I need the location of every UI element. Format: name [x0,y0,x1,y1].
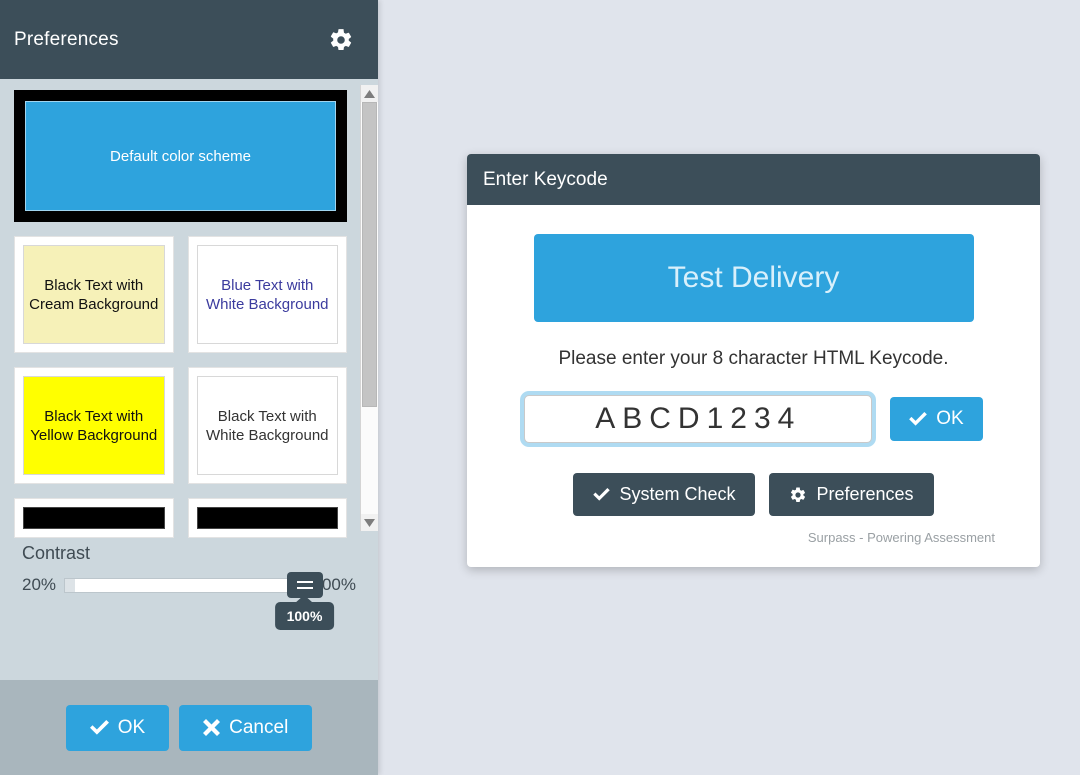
system-check-label: System Check [619,484,736,504]
scheme-tile-preview: Blue Text with White Background [196,245,338,344]
scheme-tile-default[interactable]: Default color scheme [14,90,347,222]
color-scheme-scroll-area: Default color scheme Black Text with Cre… [0,79,360,539]
preferences-button-label: Preferences [816,484,914,504]
scheme-row [14,498,347,538]
scheme-tile-label: Black Text with Yellow Background [30,407,158,444]
scheme-tile-preview: Black Text with Yellow Background [23,376,165,475]
preferences-cancel-label: Cancel [229,716,289,738]
scheme-tile-preview [196,507,338,529]
preferences-body: Default color scheme Black Text with Cre… [0,79,378,680]
contrast-min-label: 20% [22,575,57,594]
scheme-tile-preview: Black Text with White Background [196,376,338,475]
keycode-dialog-title: Enter Keycode [483,168,608,190]
keycode-dialog-footer: Surpass - Powering Assessment [807,530,995,545]
preferences-button[interactable]: Preferences [769,473,934,516]
scheme-tile-preview [23,507,165,529]
check-icon [909,412,928,426]
scheme-row: Black Text with Yellow Background Black … [14,367,347,484]
scheme-tile-black-on-white[interactable]: Black Text with White Background [187,367,347,484]
gear-icon[interactable] [328,27,354,53]
preferences-footer: OK Cancel [0,680,378,775]
contrast-value-tooltip: 100% [274,602,335,630]
keycode-dialog-header: Enter Keycode [467,154,1040,205]
keycode-instruction: Please enter your 8 character HTML Keyco… [558,348,949,369]
scrollbar-thumb[interactable] [362,102,377,407]
preferences-cancel-button[interactable]: Cancel [179,704,313,751]
preferences-ok-label: OK [117,716,146,738]
scheme-tile-preview: Black Text with Cream Background [23,245,165,344]
enter-keycode-dialog: Enter Keycode Test Delivery Please enter… [467,154,1040,567]
color-scheme-region: Default color scheme Black Text with Cre… [0,79,378,539]
scheme-scrollbar[interactable] [360,85,378,531]
contrast-control: Contrast 20% 100% 100% [0,539,378,630]
keycode-input[interactable] [524,395,873,443]
contrast-slider-row: 20% 100% 100% [22,572,356,630]
scheme-tile-dark-b[interactable] [187,498,347,538]
keycode-dialog-body: Test Delivery Please enter your 8 charac… [467,205,1040,567]
scheme-tile-label: Default color scheme [110,147,251,165]
scheme-tile-cream[interactable]: Black Text with Cream Background [14,236,174,353]
scheme-tile-label: Black Text with Cream Background [29,276,159,313]
close-icon [203,719,221,736]
test-delivery-banner-label: Test Delivery [667,261,840,294]
contrast-label: Contrast [22,543,91,563]
system-check-button[interactable]: System Check [573,473,756,516]
scheme-row: Black Text with Cream Background Blue Te… [14,236,347,353]
scheme-tile-label: Black Text with White Background [205,407,329,444]
scheme-tile-label: Blue Text with White Background [205,276,329,313]
chevron-down-icon[interactable] [361,514,378,531]
scheme-tile-blue-on-white[interactable]: Blue Text with White Background [187,236,347,353]
chevron-up-icon[interactable] [361,85,378,102]
scheme-tile-yellow[interactable]: Black Text with Yellow Background [14,367,174,484]
contrast-slider-fill [65,578,76,592]
test-delivery-banner: Test Delivery [533,234,974,322]
gear-icon [791,486,806,502]
scheme-tile-dark-a[interactable] [14,498,174,538]
preferences-ok-button[interactable]: OK [65,704,170,751]
keycode-ok-label: OK [936,408,964,429]
handle-grip-line [296,587,313,589]
scheme-tile-preview: Default color scheme [25,101,336,211]
preferences-header: Preferences [0,0,378,79]
keycode-input-row: OK [524,395,983,443]
handle-grip-line [296,581,313,583]
keycode-dialog-actions: System Check Preferences [573,473,934,516]
preferences-title: Preferences [14,28,119,50]
keycode-ok-button[interactable]: OK [890,397,983,441]
scrollbar-track[interactable] [361,102,378,514]
preferences-panel: Preferences Default color scheme Black T… [0,0,378,775]
check-icon [593,488,611,501]
contrast-slider-track[interactable] [64,577,305,593]
contrast-slider[interactable]: 100% [64,572,335,630]
check-icon [89,720,109,735]
